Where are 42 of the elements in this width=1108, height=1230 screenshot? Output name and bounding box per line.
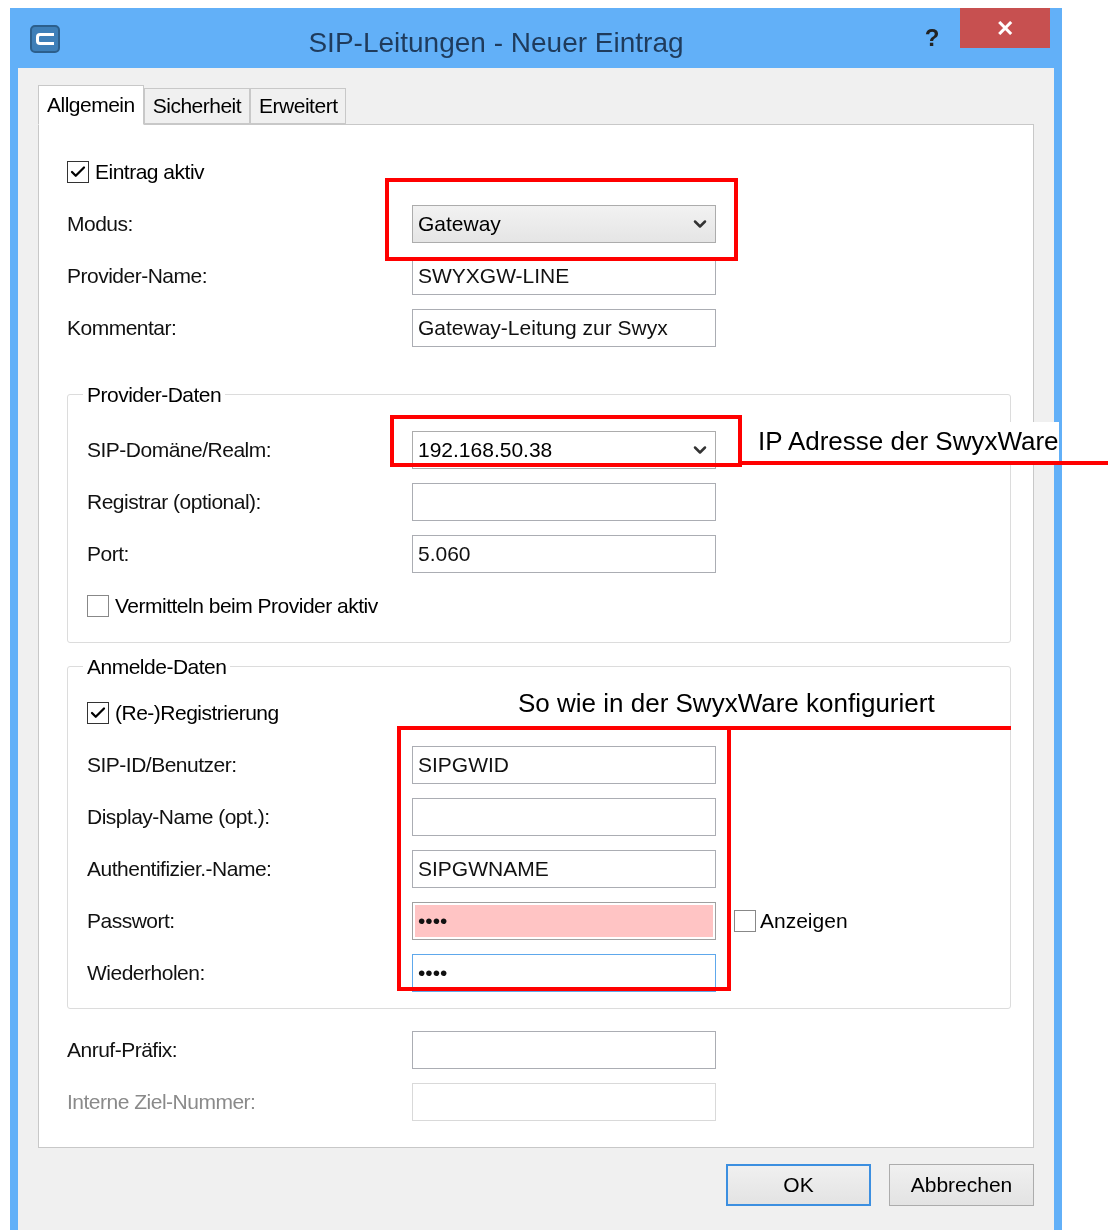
- field-label: Modus:: [67, 211, 134, 238]
- input-field[interactable]: [412, 482, 716, 521]
- checkbox[interactable]: [87, 594, 109, 617]
- input-field[interactable]: SIPGWNAME: [412, 850, 716, 888]
- field-label: Port:: [87, 540, 130, 567]
- checkbox[interactable]: [87, 702, 109, 724]
- checkbox[interactable]: [734, 910, 756, 932]
- app-icon: [30, 25, 60, 53]
- group-title: Anmelde-Daten: [86, 653, 228, 680]
- callout-text: IP Adresse der SwyxWare: [758, 422, 1059, 461]
- dropdown[interactable]: Gateway: [412, 205, 716, 243]
- tab[interactable]: Allgemein: [38, 85, 144, 125]
- field-label: Provider-Name:: [67, 263, 209, 290]
- window-title: SIP-Leitungen - Neuer Eintrag: [308, 26, 684, 60]
- tab[interactable]: Erweitert: [250, 88, 347, 124]
- input-field[interactable]: SIPGWID: [412, 746, 716, 784]
- input-field[interactable]: Gateway-Leitung zur Swyx: [412, 309, 716, 347]
- checkbox-label: Anzeigen: [760, 908, 848, 935]
- field-label: Kommentar:: [67, 315, 178, 342]
- field-label: Authentifizier.-Name:: [87, 856, 273, 883]
- input-field[interactable]: [412, 1031, 716, 1069]
- password-field[interactable]: ••••: [412, 902, 716, 940]
- field-label: Interne Ziel-Nummer:: [67, 1089, 257, 1116]
- checkbox[interactable]: [67, 161, 89, 183]
- help-button[interactable]: ?: [912, 20, 952, 56]
- field-label: Anruf-Präfix:: [67, 1037, 179, 1064]
- input-field[interactable]: 5.060: [412, 534, 716, 573]
- field-label: SIP-Domäne/Realm:: [87, 436, 273, 463]
- field-label: SIP-ID/Benutzer:: [87, 752, 238, 779]
- field-label: Registrar (optional):: [87, 488, 262, 515]
- checkbox-label: Vermitteln beim Provider aktiv: [115, 592, 378, 619]
- tab[interactable]: Sicherheit: [143, 88, 251, 124]
- field-label: Display-Name (opt.):: [87, 804, 271, 831]
- field-label: Passwort:: [87, 908, 176, 935]
- checkbox-label: (Re-)Registrierung: [115, 700, 279, 727]
- close-button[interactable]: ✕: [960, 8, 1050, 48]
- group-title: Provider-Daten: [86, 382, 223, 408]
- dialog-button[interactable]: Abbrechen: [889, 1164, 1034, 1206]
- dialog-button[interactable]: OK: [726, 1164, 871, 1206]
- input-field[interactable]: [412, 798, 716, 836]
- field-label: Wiederholen:: [87, 960, 206, 987]
- checkbox-label: Eintrag aktiv: [95, 159, 205, 186]
